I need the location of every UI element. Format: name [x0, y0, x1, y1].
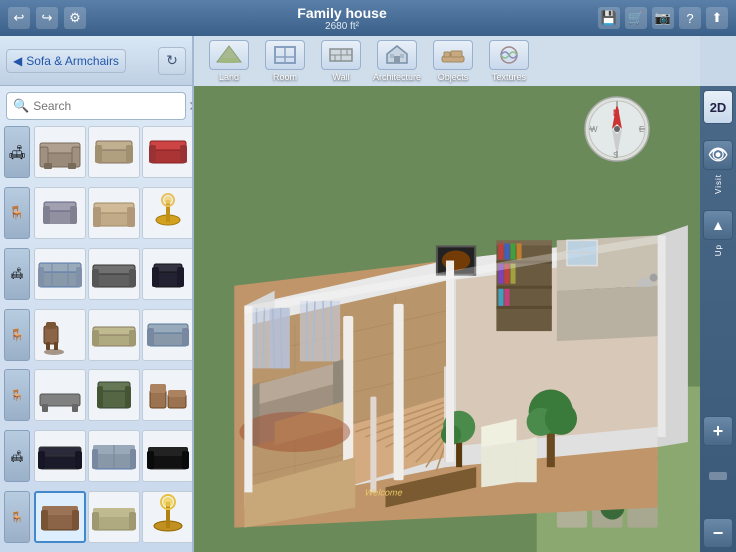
category-icon-extra[interactable]: 🪑	[4, 491, 30, 543]
furniture-items-grid: 🛋	[0, 124, 192, 552]
furniture-item-16[interactable]	[34, 430, 86, 482]
land-icon	[209, 40, 249, 70]
project-size: 2680 ft²	[297, 21, 386, 32]
eye-icon: 👁	[703, 140, 733, 170]
refresh-button[interactable]: ↻	[158, 47, 186, 75]
furniture-item-12[interactable]	[142, 309, 192, 361]
tool-architecture[interactable]: Architecture	[370, 40, 424, 82]
textures-icon	[489, 40, 529, 70]
zoom-out-button[interactable]: −	[703, 518, 733, 548]
canvas-area[interactable]: Welcome	[194, 86, 700, 552]
back-button[interactable]: ◀ Sofa & Armchairs	[6, 49, 126, 73]
furniture-item-10[interactable]	[34, 309, 86, 361]
textures-label: Textures	[492, 72, 526, 82]
category-icon-sectional[interactable]: 🛋	[4, 248, 30, 300]
settings-icon[interactable]: ⚙	[64, 7, 86, 29]
help-button[interactable]: ?	[679, 7, 701, 29]
wall-icon	[321, 40, 361, 70]
left-panel: 🔍 ✕ 🛋	[0, 86, 194, 552]
compass: N S W E	[582, 94, 652, 164]
tool-textures[interactable]: Textures	[482, 40, 536, 82]
tool-land[interactable]: Land	[202, 40, 256, 82]
main-area: 🔍 ✕ 🛋	[0, 86, 736, 552]
furniture-item-11[interactable]	[88, 309, 140, 361]
right-panel: 2D 👁 Visit ▲ Up + −	[700, 86, 736, 552]
cart-button[interactable]: 🛒	[625, 7, 647, 29]
project-title: Family house	[297, 5, 386, 21]
zoom-in-button[interactable]: +	[703, 416, 733, 446]
furniture-item-19[interactable]	[34, 491, 86, 543]
back-arrow-icon: ◀	[13, 54, 22, 68]
furniture-item-6[interactable]	[142, 187, 192, 239]
furniture-item-2[interactable]	[88, 126, 140, 178]
furniture-item-17[interactable]	[88, 430, 140, 482]
room-icon	[265, 40, 305, 70]
room-label: Room	[273, 72, 297, 82]
visit-label: Visit	[714, 174, 723, 194]
save-button[interactable]: 💾	[598, 7, 620, 29]
up-button[interactable]: ▲	[703, 210, 733, 240]
wall-label: Wall	[332, 72, 349, 82]
toolbar: ◀ Sofa & Armchairs ↻	[0, 36, 194, 86]
tool-icons-bar: Land Room Wall	[194, 36, 700, 86]
camera-button[interactable]: 📷	[652, 7, 674, 29]
furniture-item-21[interactable]	[142, 491, 192, 543]
up-label: Up	[714, 244, 723, 256]
furniture-item-8[interactable]	[88, 248, 140, 300]
tool-wall[interactable]: Wall	[314, 40, 368, 82]
undo-button[interactable]: ↩	[8, 7, 30, 29]
category-icon-chair[interactable]: 🪑	[4, 187, 30, 239]
objects-label: Objects	[438, 72, 469, 82]
top-bar-center: Family house 2680 ft²	[297, 5, 386, 32]
furniture-item-15[interactable]	[142, 369, 192, 421]
view-2d-button[interactable]: 2D	[703, 90, 733, 124]
furniture-item-9[interactable]	[142, 248, 192, 300]
architecture-label: Architecture	[373, 72, 421, 82]
furniture-item-13[interactable]	[34, 369, 86, 421]
furniture-item-18[interactable]	[142, 430, 192, 482]
share-button[interactable]: ⬆	[706, 7, 728, 29]
category-icon-rocking[interactable]: 🪑	[4, 309, 30, 361]
furniture-item-14[interactable]	[88, 369, 140, 421]
architecture-icon	[377, 40, 417, 70]
search-bar[interactable]: 🔍 ✕	[6, 92, 186, 120]
furniture-item-4[interactable]	[34, 187, 86, 239]
top-bar-right: 💾 🛒 📷 ? ⬆	[598, 7, 728, 29]
land-label: Land	[219, 72, 239, 82]
category-icon-bench[interactable]: 🪑	[4, 369, 30, 421]
objects-icon	[433, 40, 473, 70]
search-icon: 🔍	[13, 98, 29, 114]
redo-button[interactable]: ↪	[36, 7, 58, 29]
tool-objects[interactable]: Objects	[426, 40, 480, 82]
furniture-item-3[interactable]	[142, 126, 192, 178]
furniture-item-5[interactable]	[88, 187, 140, 239]
top-bar-left: ↩ ↪ ⚙	[8, 7, 86, 29]
tool-room[interactable]: Room	[258, 40, 312, 82]
svg-text:Welcome: Welcome	[364, 487, 402, 497]
top-bar: ↩ ↪ ⚙ Family house 2680 ft² 💾 🛒 📷 ? ⬆	[0, 0, 736, 36]
furniture-item-7[interactable]	[34, 248, 86, 300]
back-label: Sofa & Armchairs	[26, 54, 119, 68]
furniture-item-20[interactable]	[88, 491, 140, 543]
search-input[interactable]	[33, 99, 188, 113]
furniture-item-1[interactable]	[34, 126, 86, 178]
svg-text:N: N	[613, 108, 620, 118]
category-icon-lounge[interactable]: 🛋	[4, 430, 30, 482]
category-icon-sofa[interactable]: 🛋	[4, 126, 30, 178]
